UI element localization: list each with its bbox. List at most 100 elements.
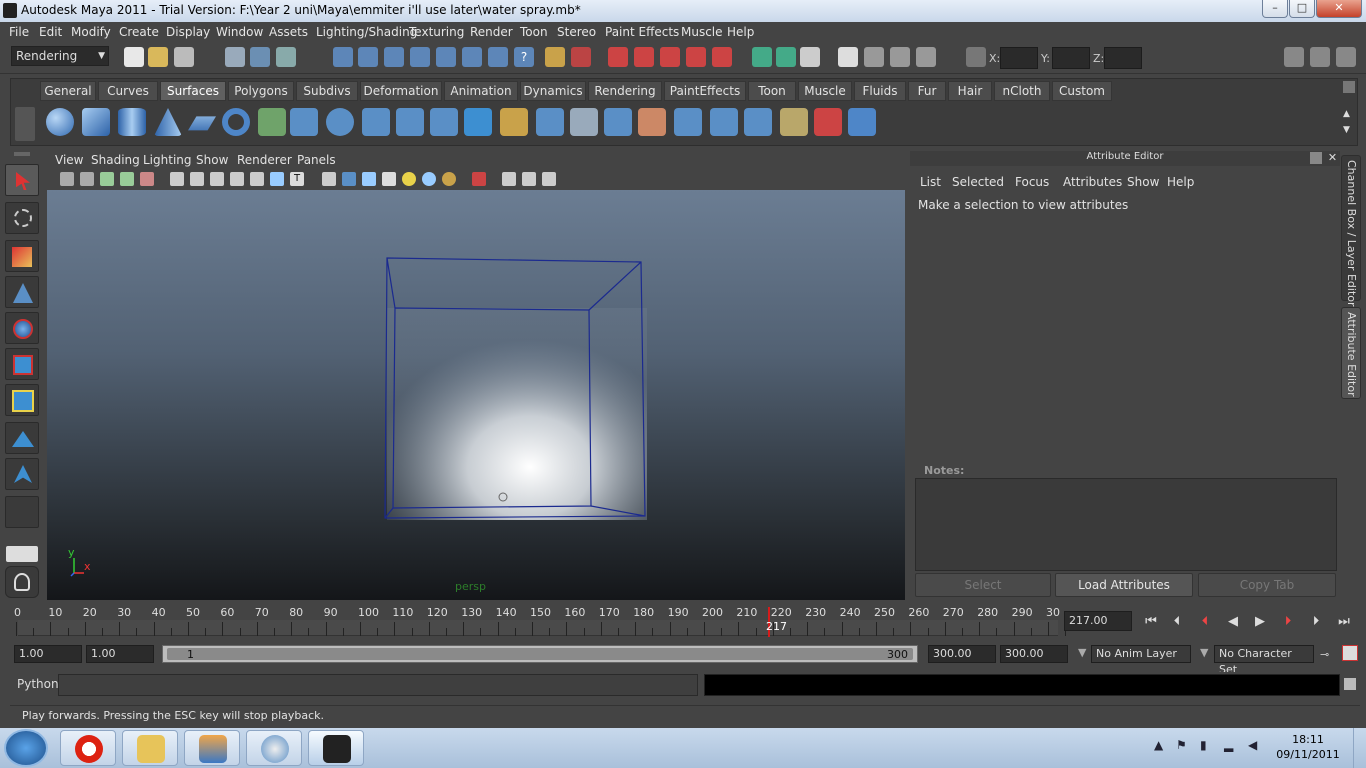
magnet-icon-1[interactable]	[608, 47, 628, 67]
align-surfaces-icon[interactable]	[744, 108, 772, 136]
dynamics-icon[interactable]	[488, 47, 508, 67]
shelf-tab-dynamics[interactable]: Dynamics	[520, 81, 586, 101]
safe-action-icon[interactable]	[270, 172, 284, 186]
wireframe-icon[interactable]	[322, 172, 336, 186]
shelf-tab-polygons[interactable]: Polygons	[228, 81, 294, 101]
shelf-scroll-up-icon[interactable]: ▲	[1343, 109, 1355, 121]
network-icon[interactable]: ▂	[1224, 738, 1238, 752]
shelf-tab-curves[interactable]: Curves	[98, 81, 158, 101]
menu-assets[interactable]: Assets	[269, 25, 308, 39]
snap-point-icon[interactable]	[384, 47, 404, 67]
select-button[interactable]: Select	[915, 573, 1051, 597]
menu-toon[interactable]: Toon	[520, 25, 548, 39]
magnet-select-icon[interactable]	[571, 47, 591, 67]
scale-tool-icon[interactable]	[5, 348, 39, 380]
step-forward-key-icon[interactable]: ⏵	[1277, 613, 1299, 633]
select-component-icon[interactable]	[276, 47, 296, 67]
nurbs-cylinder-icon[interactable]	[118, 108, 146, 136]
step-forward-frame-icon[interactable]: ⏵	[1305, 613, 1327, 633]
magnet-icon-3[interactable]	[660, 47, 680, 67]
open-close-icon[interactable]	[780, 108, 808, 136]
safe-title-icon[interactable]: T	[290, 172, 304, 186]
minimize-button[interactable]: –	[1262, 0, 1288, 18]
load-attributes-button[interactable]: Load Attributes	[1055, 573, 1193, 597]
taskbar-explorer[interactable]	[122, 730, 178, 766]
attr-menu-show[interactable]: Show	[1127, 175, 1159, 189]
show-manipulator-icon[interactable]	[5, 458, 39, 490]
taskbar-media-player[interactable]	[184, 730, 240, 766]
start-time-field[interactable]: 1.00	[14, 645, 82, 663]
magnet-icon-4[interactable]	[686, 47, 706, 67]
resolution-gate-icon[interactable]	[210, 172, 224, 186]
play-backwards-icon[interactable]: ◀	[1222, 613, 1244, 633]
insert-isoparms-icon[interactable]	[814, 108, 842, 136]
play-forwards-icon[interactable]: ▶	[1249, 613, 1271, 633]
attr-menu-selected[interactable]: Selected	[952, 175, 1004, 189]
attr-menu-help[interactable]: Help	[1167, 175, 1194, 189]
planar-icon[interactable]	[326, 108, 354, 136]
input-ops-icon[interactable]	[752, 47, 772, 67]
grease-pencil-icon[interactable]	[140, 172, 154, 186]
range-slider-handle[interactable]: 1 300	[167, 648, 913, 661]
maximize-button[interactable]: □	[1289, 0, 1315, 18]
float-panel-icon[interactable]	[1310, 152, 1322, 164]
revolve-icon[interactable]	[258, 108, 286, 136]
square-surface-icon[interactable]	[464, 108, 492, 136]
boundary-icon[interactable]	[430, 108, 458, 136]
universal-manipulator-icon[interactable]	[5, 384, 39, 416]
detach-surfaces-icon[interactable]	[710, 108, 738, 136]
menu-render[interactable]: Render	[470, 25, 513, 39]
nurbs-sphere-icon[interactable]	[46, 108, 74, 136]
start-button[interactable]	[4, 729, 48, 767]
shelf-tab-deformation[interactable]: Deformation	[360, 81, 442, 101]
new-scene-icon[interactable]	[124, 47, 144, 67]
grid-icon[interactable]	[170, 172, 184, 186]
command-input[interactable]	[58, 674, 698, 696]
menu-help[interactable]: Help	[727, 25, 754, 39]
taskbar-opera[interactable]	[60, 730, 116, 766]
untrim-icon[interactable]	[638, 108, 666, 136]
smooth-shade-icon[interactable]	[342, 172, 356, 186]
select-hierarchy-icon[interactable]	[225, 47, 245, 67]
textured-icon[interactable]	[382, 172, 396, 186]
lasso-tool-icon[interactable]	[5, 202, 39, 234]
menu-texturing[interactable]: Texturing	[409, 25, 464, 39]
gate-mask-icon[interactable]	[230, 172, 244, 186]
shelf-tab-fluids[interactable]: Fluids	[854, 81, 906, 101]
menu-set-dropdown[interactable]: Rendering ▼	[11, 46, 109, 66]
time-slider[interactable]: 0 10 20 30 40 50 60 70 80 90 100 110 120 130 140 150 160…	[10, 604, 1067, 638]
anim-layer-dropdown[interactable]: No Anim Layer	[1091, 645, 1191, 663]
go-to-end-icon[interactable]: ⏭	[1333, 613, 1355, 633]
shelf-menu-icon[interactable]	[15, 107, 35, 141]
anim-layer-chevron-icon[interactable]: ▼	[1074, 645, 1088, 663]
character-set-chevron-icon[interactable]: ▼	[1196, 645, 1210, 663]
current-frame-field[interactable]: 217.00	[1064, 611, 1132, 631]
lock-icon[interactable]	[545, 47, 565, 67]
z-field[interactable]	[1104, 47, 1142, 69]
shadows-icon[interactable]	[442, 172, 456, 186]
viewport-menu-show[interactable]: Show	[196, 153, 228, 167]
image-plane-icon[interactable]	[100, 172, 114, 186]
battery-icon[interactable]: ▮	[1200, 738, 1214, 752]
xray-joints-icon[interactable]	[522, 172, 536, 186]
shelf-tab-general[interactable]: General	[40, 81, 96, 101]
birail-icon[interactable]	[396, 108, 424, 136]
taskbar-maya[interactable]	[308, 730, 364, 766]
magnet-icon-2[interactable]	[634, 47, 654, 67]
last-used-tool-icon[interactable]	[5, 496, 39, 528]
snap-curve-icon[interactable]	[358, 47, 378, 67]
bevel-icon[interactable]	[500, 108, 528, 136]
range-slider[interactable]: 1 300	[162, 645, 918, 663]
shelf-scroll-down-icon[interactable]: ▼	[1343, 125, 1355, 137]
camera-attributes-icon[interactable]	[60, 172, 74, 186]
shelf-tab-surfaces[interactable]: Surfaces	[160, 81, 226, 101]
trash-icon[interactable]	[1343, 81, 1355, 93]
close-panel-icon[interactable]: ✕	[1326, 151, 1339, 164]
menu-create[interactable]: Create	[119, 25, 159, 39]
x-field[interactable]	[1000, 47, 1038, 69]
ipr-render-icon[interactable]	[890, 47, 910, 67]
channel-box-tab[interactable]: Channel Box / Layer Editor	[1341, 155, 1361, 307]
render-icon[interactable]	[864, 47, 884, 67]
copy-tab-button[interactable]: Copy Tab	[1198, 573, 1336, 597]
output-ops-icon[interactable]	[776, 47, 796, 67]
